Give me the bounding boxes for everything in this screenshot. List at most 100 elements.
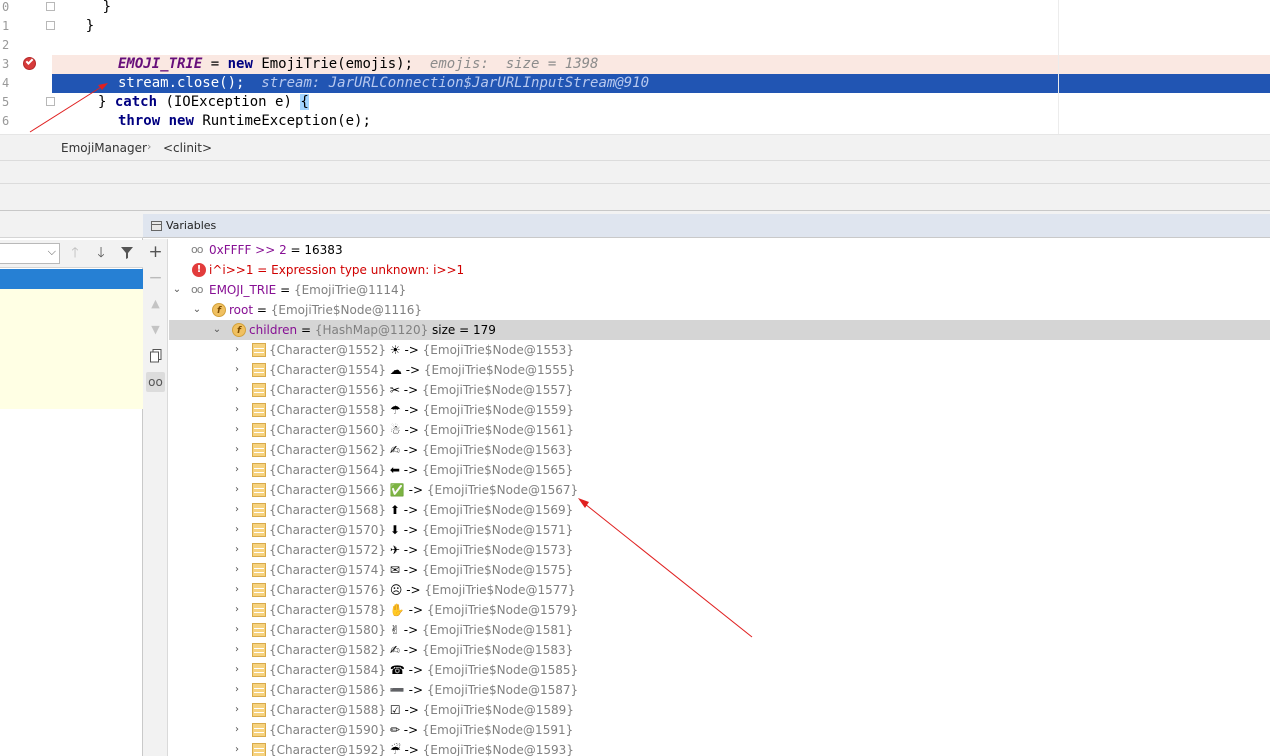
watch-row[interactable]: oo 0xFFFF >> 2 = 16383 xyxy=(169,240,1270,260)
chevron-down-icon: ⌵ xyxy=(47,245,56,258)
entry-key: {Character@1554} xyxy=(269,363,387,377)
map-entry-row[interactable]: › {Character@1556} ✂ -> {EmojiTrie$Node@… xyxy=(169,380,1270,400)
map-entry-row[interactable]: › {Character@1590} ✏ -> {EmojiTrie$Node@… xyxy=(169,720,1270,740)
chevron-down-icon[interactable]: ⌄ xyxy=(191,300,203,320)
entry-key: {Character@1568} xyxy=(269,503,387,517)
chevron-right-icon[interactable]: › xyxy=(231,360,243,380)
code-line[interactable]: } xyxy=(52,17,1270,36)
code-line[interactable]: } xyxy=(52,0,1270,17)
breadcrumb-item-method[interactable]: <clinit> xyxy=(163,141,212,155)
filter-icon[interactable] xyxy=(118,244,136,262)
map-entry-icon xyxy=(252,503,266,517)
chevron-right-icon[interactable]: › xyxy=(231,380,243,400)
map-entry-row[interactable]: › {Character@1554} ☁ -> {EmojiTrie$Node@… xyxy=(169,360,1270,380)
field-icon: f xyxy=(212,303,226,317)
execution-point-line[interactable]: stream.close(); stream: JarURLConnection… xyxy=(52,74,1270,93)
watch-row-error[interactable]: ! i^i>>1 = Expression type unknown: i>>1 xyxy=(169,260,1270,280)
code-line[interactable]: throw new RuntimeException(e); xyxy=(52,112,1270,131)
chevron-right-icon[interactable]: › xyxy=(231,680,243,700)
map-entry-row[interactable]: › {Character@1552} ☀ -> {EmojiTrie$Node@… xyxy=(169,340,1270,360)
map-entry-row[interactable]: › {Character@1584} ☎ -> {EmojiTrie$Node@… xyxy=(169,660,1270,680)
entry-key: {Character@1564} xyxy=(269,463,387,477)
map-entry-row[interactable]: › {Character@1586} ➖ -> {EmojiTrie$Node@… xyxy=(169,680,1270,700)
chevron-right-icon[interactable]: › xyxy=(231,420,243,440)
arrow-down-icon[interactable]: 🡓 xyxy=(92,244,110,262)
field-row[interactable]: ⌄ f root = {EmojiTrie$Node@1116} xyxy=(169,300,1270,320)
chevron-right-icon[interactable]: › xyxy=(231,480,243,500)
field-row-selected[interactable]: ⌄ f children = {HashMap@1120} size = 179 xyxy=(169,320,1270,340)
entry-arrow: -> xyxy=(400,703,423,717)
chevron-right-icon[interactable]: › xyxy=(231,540,243,560)
variables-tree[interactable]: oo 0xFFFF >> 2 = 16383 ! i^i>>1 = Expres… xyxy=(169,239,1270,756)
line-number: 6 xyxy=(2,114,10,128)
entry-arrow: -> xyxy=(399,463,422,477)
entry-glyph: ☃ xyxy=(389,423,401,437)
entry-value: {EmojiTrie$Node@1585} xyxy=(426,663,579,677)
chevron-right-icon[interactable]: › xyxy=(231,640,243,660)
move-down-icon[interactable]: ▼ xyxy=(146,320,165,340)
chevron-right-icon[interactable]: › xyxy=(231,400,243,420)
map-entry-icon xyxy=(252,423,266,437)
chevron-right-icon[interactable]: › xyxy=(231,740,243,756)
row-content: {Character@1554} ☁ -> {EmojiTrie$Node@15… xyxy=(269,360,575,380)
chevron-right-icon[interactable]: › xyxy=(231,700,243,720)
chevron-right-icon[interactable]: › xyxy=(231,440,243,460)
arrow-up-icon[interactable]: 🡑 xyxy=(66,244,84,262)
chevron-right-icon[interactable]: › xyxy=(231,460,243,480)
map-entry-row[interactable]: › {Character@1562} ✍ -> {EmojiTrie$Node@… xyxy=(169,440,1270,460)
map-entry-row[interactable]: › {Character@1592} ☔ -> {EmojiTrie$Node@… xyxy=(169,740,1270,756)
map-entry-row[interactable]: › {Character@1578} ✋ -> {EmojiTrie$Node@… xyxy=(169,600,1270,620)
entry-arrow: -> xyxy=(400,743,423,756)
map-entry-row[interactable]: › {Character@1568} ⬆ -> {EmojiTrie$Node@… xyxy=(169,500,1270,520)
chevron-right-icon[interactable]: › xyxy=(231,580,243,600)
entry-value: {EmojiTrie$Node@1589} xyxy=(422,703,574,717)
chevron-right-icon[interactable]: › xyxy=(231,340,243,360)
map-entry-row[interactable]: › {Character@1582} ✍ -> {EmojiTrie$Node@… xyxy=(169,640,1270,660)
map-entry-row[interactable]: › {Character@1570} ⬇ -> {EmojiTrie$Node@… xyxy=(169,520,1270,540)
code-line[interactable]: } catch (IOException e) { xyxy=(52,93,1270,112)
map-entry-row[interactable]: › {Character@1566} ✅ -> {EmojiTrie$Node@… xyxy=(169,480,1270,500)
window-icon xyxy=(151,221,162,231)
entry-key: {Character@1576} xyxy=(269,583,387,597)
chevron-right-icon[interactable]: › xyxy=(231,660,243,680)
map-entry-row[interactable]: › {Character@1576} ☹ -> {EmojiTrie$Node@… xyxy=(169,580,1270,600)
chevron-right-icon[interactable]: › xyxy=(231,600,243,620)
breakpoint-code-line[interactable]: EMOJI_TRIE = new EmojiTrie(emojis); emoj… xyxy=(52,55,1270,74)
entry-glyph: ➖ xyxy=(389,683,405,697)
chevron-right-icon[interactable]: › xyxy=(231,560,243,580)
chevron-right-icon[interactable]: › xyxy=(231,620,243,640)
copy-icon[interactable] xyxy=(146,346,165,366)
editor-gutter[interactable]: 0 1 2 3 4 5 6 xyxy=(0,0,55,134)
map-entry-icon xyxy=(252,723,266,737)
map-entry-row[interactable]: › {Character@1564} ⬅ -> {EmojiTrie$Node@… xyxy=(169,460,1270,480)
entry-glyph: ✏ xyxy=(389,723,400,737)
chevron-right-icon[interactable]: › xyxy=(231,500,243,520)
watch-icon[interactable]: oo xyxy=(146,372,165,392)
chevron-down-icon[interactable]: ⌄ xyxy=(171,280,183,300)
thread-select[interactable]: ⌵ xyxy=(0,243,60,264)
map-entry-row[interactable]: › {Character@1560} ☃ -> {EmojiTrie$Node@… xyxy=(169,420,1270,440)
map-entry-row[interactable]: › {Character@1558} ☂ -> {EmojiTrie$Node@… xyxy=(169,400,1270,420)
code-line[interactable] xyxy=(52,36,1270,55)
map-entry-row[interactable]: › {Character@1574} ✉ -> {EmojiTrie$Node@… xyxy=(169,560,1270,580)
remove-icon[interactable]: − xyxy=(146,268,165,288)
frames-header xyxy=(0,214,143,238)
variable-name: 0xFFFF >> 2 xyxy=(209,243,287,257)
map-entry-row[interactable]: › {Character@1588} ☑ -> {EmojiTrie$Node@… xyxy=(169,700,1270,720)
entry-key: {Character@1574} xyxy=(269,563,387,577)
entry-arrow: -> xyxy=(400,423,423,437)
watch-row-expanded[interactable]: ⌄ oo EMOJI_TRIE = {EmojiTrie@1114} xyxy=(169,280,1270,300)
breadcrumb-item-class[interactable]: EmojiManager xyxy=(61,141,147,155)
map-entry-row[interactable]: › {Character@1580} ✌ -> {EmojiTrie$Node@… xyxy=(169,620,1270,640)
chevron-right-icon[interactable]: › xyxy=(231,520,243,540)
chevron-down-icon[interactable]: ⌄ xyxy=(211,320,223,340)
code-editor[interactable]: 0 1 2 3 4 5 6 } } EMOJI_TRIE = new Emoji… xyxy=(0,0,1270,134)
frame-item-selected[interactable] xyxy=(0,269,143,289)
frame-list-area[interactable] xyxy=(0,289,143,409)
chevron-right-icon[interactable]: › xyxy=(231,720,243,740)
entry-arrow: -> xyxy=(399,383,422,397)
move-up-icon[interactable]: ▲ xyxy=(146,294,165,314)
entry-value: {EmojiTrie$Node@1555} xyxy=(423,363,576,377)
add-icon[interactable]: + xyxy=(146,242,165,262)
map-entry-row[interactable]: › {Character@1572} ✈ -> {EmojiTrie$Node@… xyxy=(169,540,1270,560)
